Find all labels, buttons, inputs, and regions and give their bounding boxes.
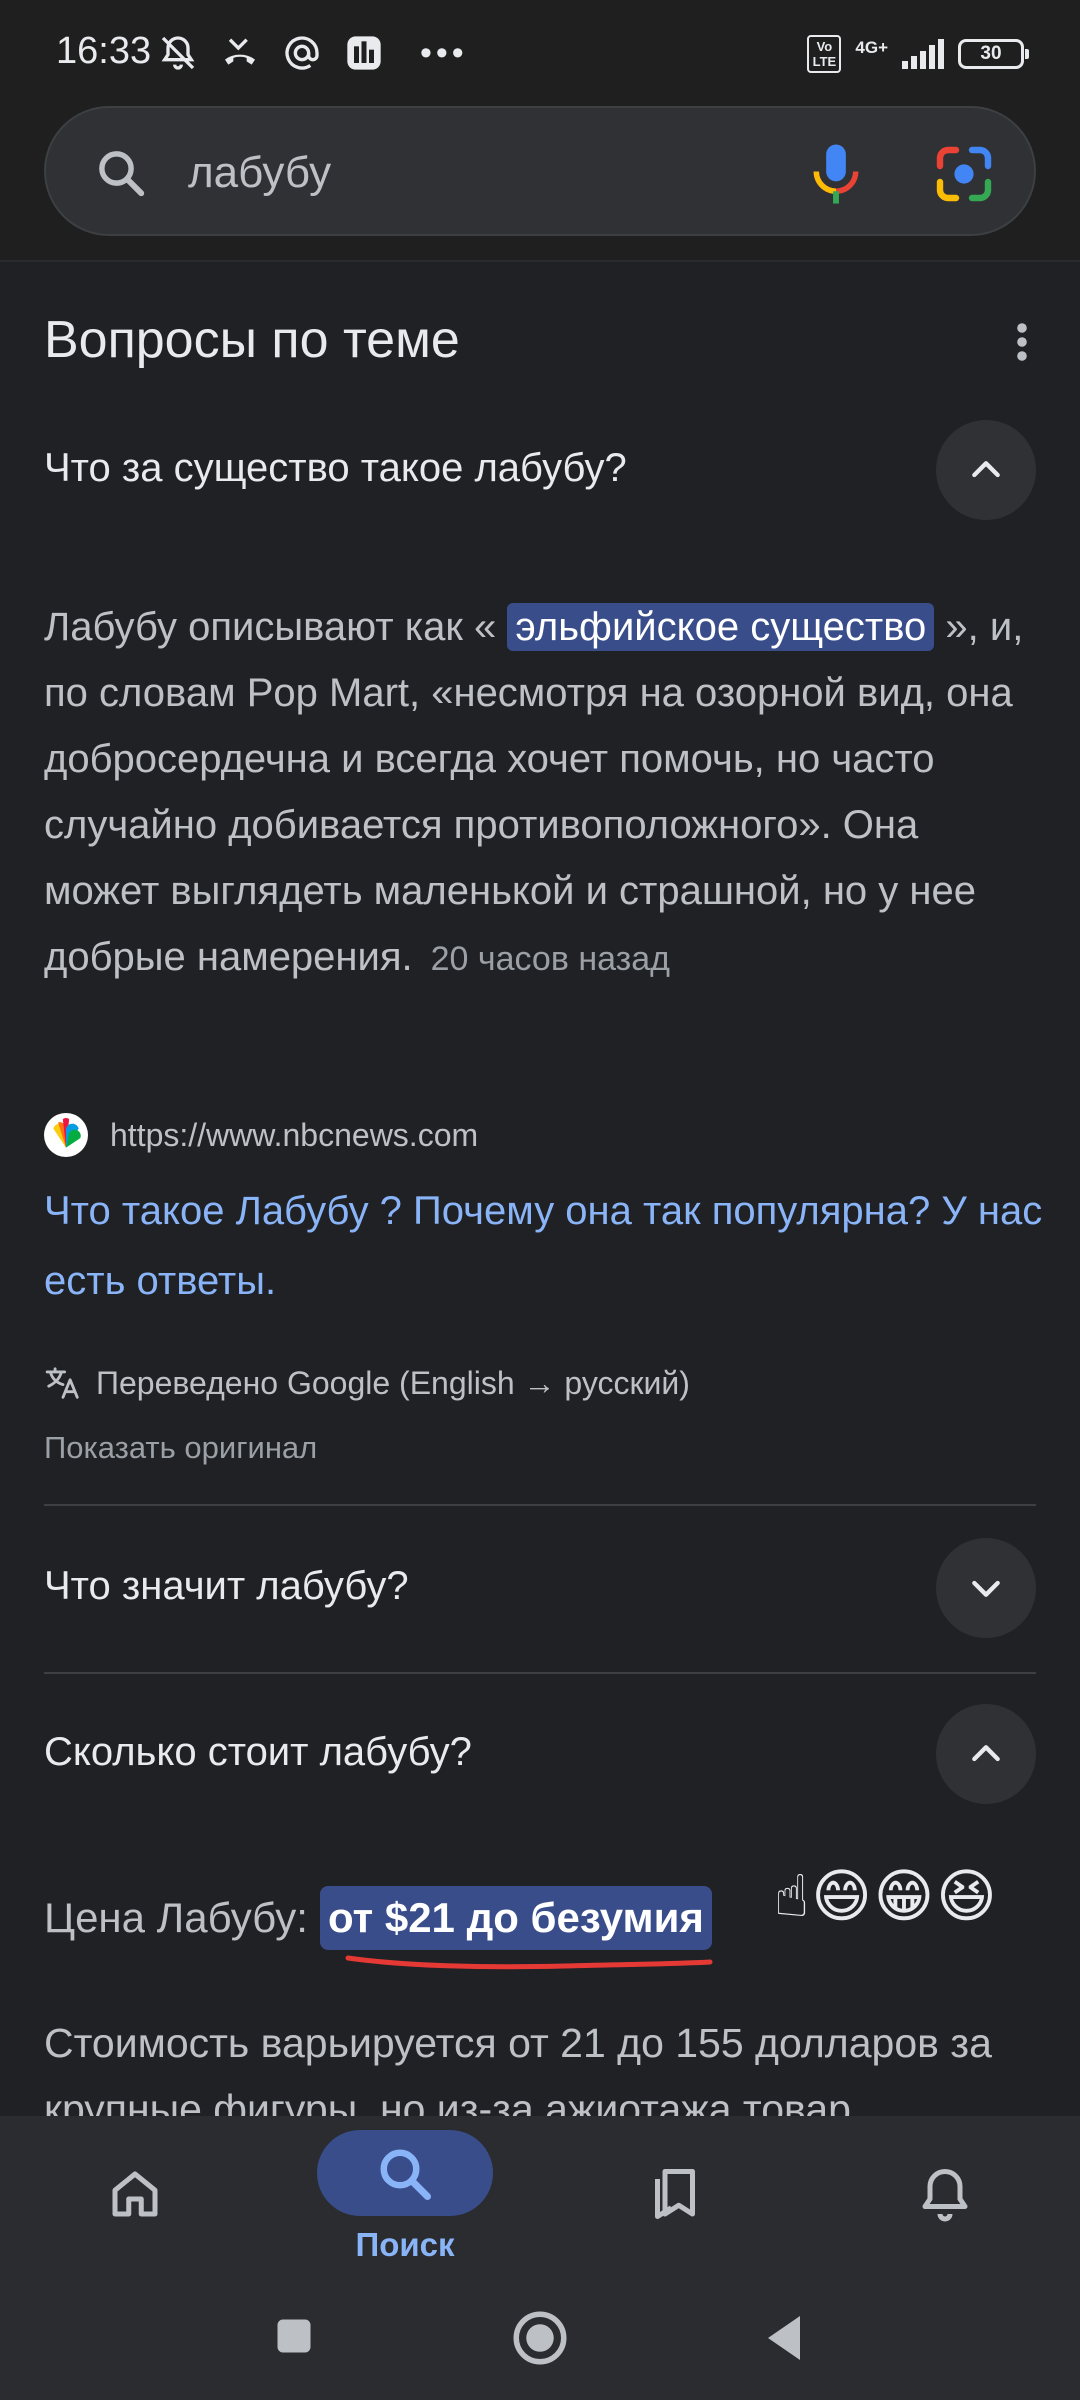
collapse-button[interactable]	[936, 420, 1036, 520]
more-vert-icon[interactable]	[1006, 318, 1038, 366]
collapse-button[interactable]	[936, 1704, 1036, 1804]
home-icon	[112, 2171, 158, 2217]
search-query[interactable]: лабубу	[188, 148, 331, 198]
home-button-icon[interactable]	[510, 2308, 570, 2368]
divider	[44, 1672, 1036, 1674]
answer-before: Лабубу описывают как «	[44, 605, 508, 649]
price-highlight: от $21 до безумия	[319, 1886, 712, 1950]
recent-apps-icon[interactable]	[272, 2314, 316, 2358]
search-icon	[380, 2149, 431, 2200]
at-sign-icon	[280, 31, 324, 75]
status-bar: 16:33 ••• Vo LTE 4G+ 30	[0, 0, 1080, 100]
notifications-icon	[922, 2169, 968, 2222]
question-text[interactable]: Сколько стоит лабубу?	[44, 1730, 472, 1775]
chevron-down-icon	[972, 1580, 1000, 1597]
nav-search[interactable]	[305, 2136, 505, 2216]
question-row-1[interactable]: Что за существо такое лабубу?	[44, 420, 1036, 520]
emoji-annotation: ☝😄😁😆	[774, 1864, 999, 1929]
status-notification-icons: •••	[156, 28, 468, 78]
missed-call-icon	[218, 31, 262, 75]
more-notifications-icon: •••	[420, 33, 468, 72]
question-text[interactable]: Что значит лабубу?	[44, 1564, 409, 1609]
expand-button[interactable]	[936, 1538, 1036, 1638]
search-input[interactable]: лабубу	[44, 106, 1036, 236]
answer-age: 20 часов назад	[430, 940, 670, 978]
volte-icon: Vo LTE	[807, 35, 842, 73]
chevron-up-icon	[972, 461, 1000, 478]
status-system-icons: Vo LTE 4G+ 30	[807, 32, 1029, 76]
bell-off-icon	[156, 31, 200, 75]
translate-icon	[45, 1367, 79, 1399]
question-row-2[interactable]: Что значит лабубу?	[44, 1538, 1036, 1638]
status-time: 16:33	[56, 30, 152, 72]
divider	[44, 1504, 1036, 1506]
question-text[interactable]: Что за существо такое лабубу?	[44, 446, 627, 491]
nav-home[interactable]	[35, 2160, 235, 2240]
price-label: Цена Лабубу:	[44, 1894, 308, 1941]
nav-collections[interactable]	[575, 2160, 775, 2240]
section-title: Вопросы по теме	[44, 311, 460, 369]
show-original-link[interactable]: Показать оригинал	[44, 1430, 317, 1466]
network-type: 4G+	[855, 38, 888, 57]
answer-highlight: эльфийское существо	[507, 603, 935, 651]
answer-text: Лабубу описывают как « эльфийское сущест…	[44, 594, 1044, 992]
result-title-link[interactable]: Что такое Лабубу ? Почему она так популя…	[44, 1176, 1044, 1316]
source-row[interactable]: https://www.nbcnews.com	[44, 1112, 478, 1158]
system-navigation-bar	[0, 2286, 1080, 2400]
question-row-3[interactable]: Сколько стоит лабубу?	[44, 1704, 1036, 1804]
chevron-up-icon	[972, 1745, 1000, 1762]
back-icon[interactable]	[760, 2312, 808, 2364]
mic-icon[interactable]	[806, 142, 866, 206]
app-notification-icon	[342, 31, 386, 75]
signal-icon	[902, 39, 944, 69]
battery-icon: 30	[958, 39, 1029, 69]
collections-icon	[655, 2169, 695, 2219]
nav-search-label[interactable]: Поиск	[305, 2226, 505, 2264]
source-url[interactable]: https://www.nbcnews.com	[110, 1117, 478, 1154]
lens-icon[interactable]	[932, 142, 996, 206]
search-icon[interactable]	[94, 146, 148, 200]
translation-text: Переведено Google (English → русский)	[96, 1364, 690, 1401]
nav-notifications[interactable]	[845, 2160, 1045, 2240]
red-underline-annotation	[345, 1955, 713, 1970]
translation-note: Переведено Google (English → русский)	[44, 1360, 690, 1406]
answer-after: », и, по словам Pop Mart, «несмотря на о…	[44, 605, 1024, 979]
nbc-peacock-icon	[44, 1113, 88, 1157]
